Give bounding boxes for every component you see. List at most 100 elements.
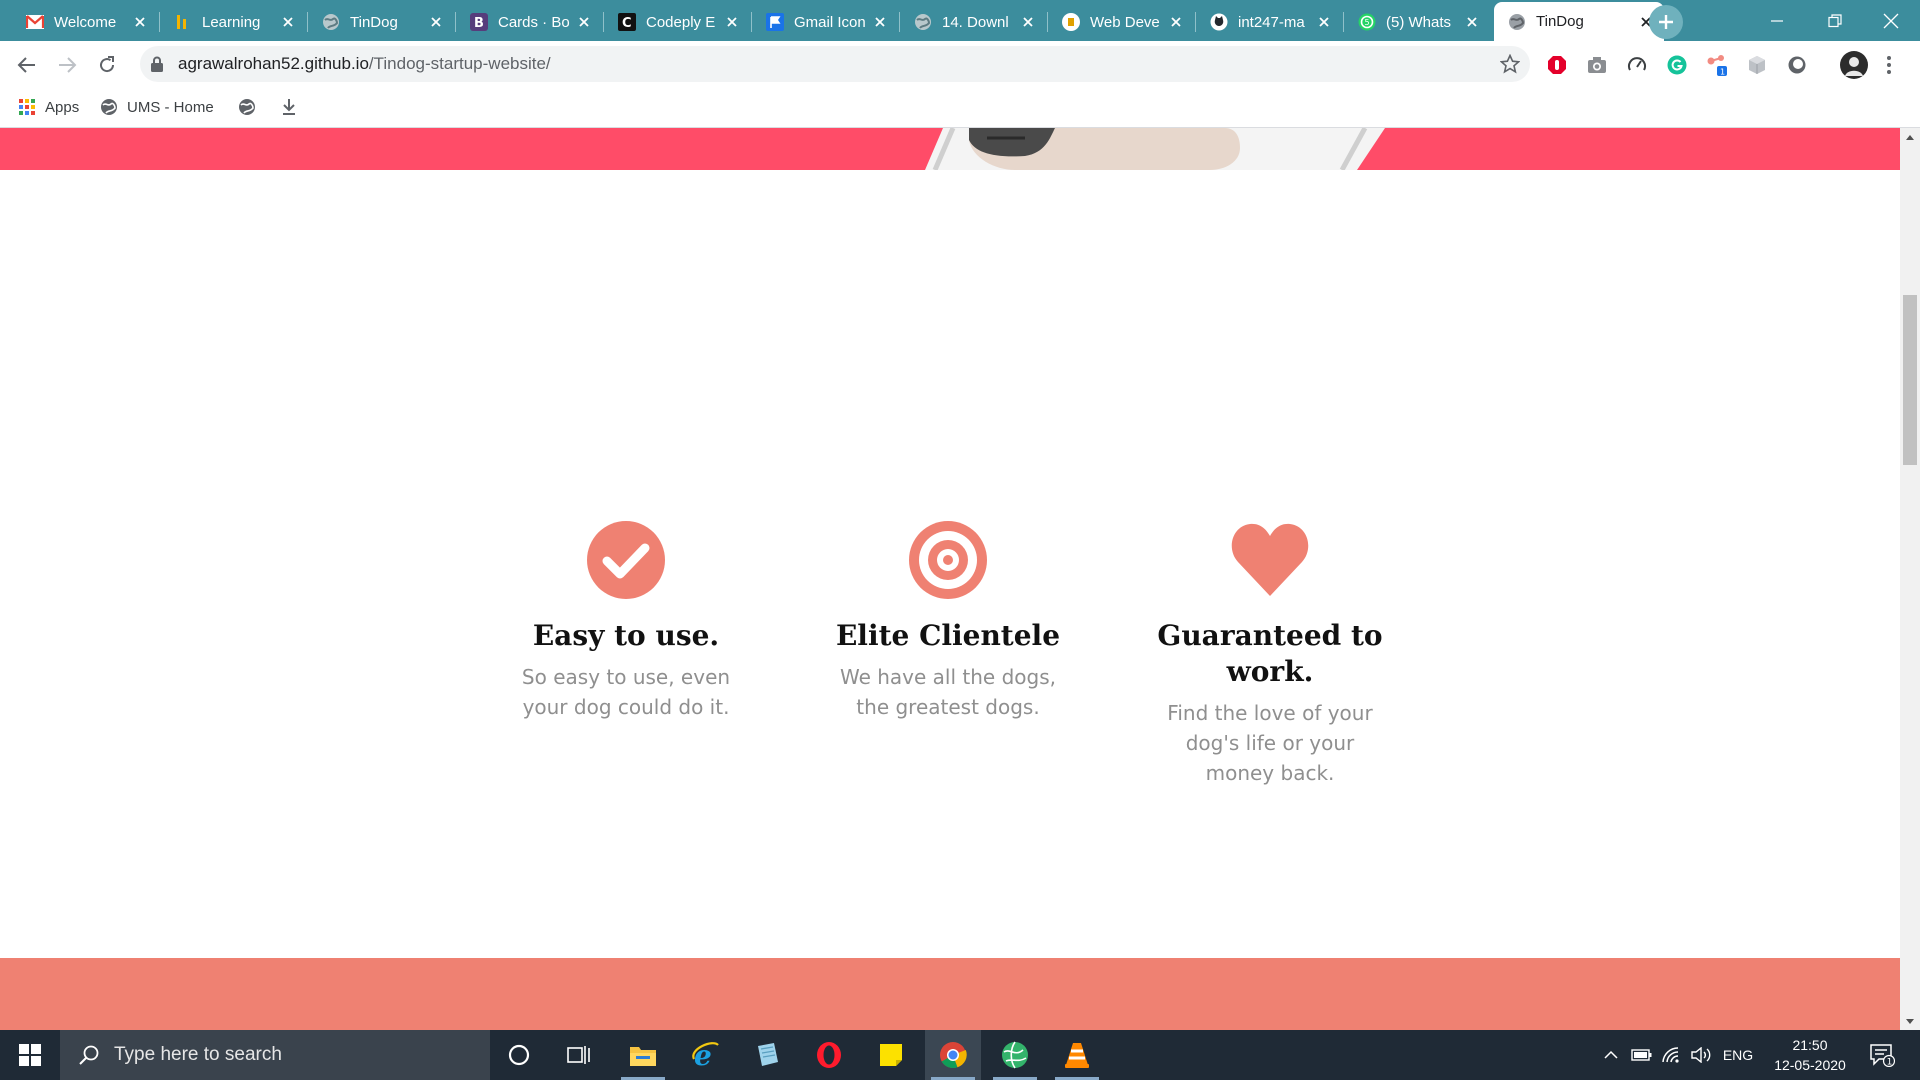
close-icon[interactable] [724, 14, 740, 30]
globe-icon [100, 98, 118, 116]
close-icon[interactable] [132, 14, 148, 30]
tab-title: int247-ma [1238, 13, 1305, 31]
task-view-button[interactable] [551, 1030, 607, 1080]
menu-kebab-icon[interactable] [1878, 54, 1900, 76]
tab-learning[interactable]: Learning [160, 3, 306, 41]
clock[interactable]: 21:50 12-05-2020 [1760, 1035, 1860, 1075]
bookmark-label: Apps [45, 98, 80, 116]
tab-github[interactable]: int247-ma [1196, 3, 1342, 41]
close-icon[interactable] [1464, 14, 1480, 30]
features-section: Easy to use. So easy to use, even your d… [0, 170, 1900, 958]
feature-description: Find the love of your dog's life or your… [1167, 701, 1373, 785]
caret-down-icon [1906, 1018, 1914, 1024]
svg-text:B: B [474, 16, 484, 31]
taskbar-notes-app[interactable] [739, 1030, 795, 1080]
cube-extension-icon[interactable] [1746, 54, 1768, 76]
notification-count: 1 [1887, 1058, 1893, 1068]
codeply-icon: C [618, 13, 636, 31]
close-icon[interactable] [428, 14, 444, 30]
scroll-thumb[interactable] [1903, 295, 1917, 465]
taskbar-vlc[interactable] [1049, 1030, 1105, 1080]
wifi-status[interactable] [1658, 1030, 1686, 1080]
tab-codeply[interactable]: C Codeply E [604, 3, 750, 41]
apps-grid-icon [18, 98, 36, 116]
feature-guaranteed-to-work: Guaranteed to work. Find the love of you… [1120, 518, 1420, 788]
close-icon[interactable] [1168, 14, 1184, 30]
taskbar-internet-explorer[interactable]: e [677, 1030, 733, 1080]
tab-bootstrap-cards[interactable]: B Cards · Bo [456, 3, 602, 41]
github-icon [1210, 13, 1228, 31]
url-text[interactable]: agrawalrohan52.github.io/Tindog-startup-… [178, 54, 551, 74]
action-center-button[interactable]: 1 [1862, 1030, 1902, 1080]
close-window-button[interactable] [1862, 0, 1920, 41]
feature-description: We have all the dogs, the greatest dogs. [839, 665, 1056, 719]
restore-button[interactable] [1806, 0, 1864, 41]
close-icon[interactable] [1316, 14, 1332, 30]
caret-up-icon [1906, 134, 1914, 140]
arrow-left-icon [17, 57, 35, 73]
bookmark-ums-home[interactable]: UMS - Home [100, 96, 214, 118]
tab-web-dev[interactable]: Web Deve [1048, 3, 1194, 41]
opera-icon [817, 1042, 841, 1068]
speedometer-extension-icon[interactable] [1626, 54, 1648, 76]
globe-icon [238, 98, 256, 116]
profile-avatar[interactable] [1840, 51, 1868, 79]
tab-whatsapp[interactable]: 5 (5) Whats [1344, 3, 1490, 41]
taskbar-webapp[interactable] [987, 1030, 1043, 1080]
svg-text:5: 5 [1365, 18, 1370, 27]
tab-gmail-icon[interactable]: Gmail Icon [752, 3, 898, 41]
minimize-button[interactable] [1748, 0, 1806, 41]
tab-title: 14. Downl [942, 13, 1009, 31]
adblock-extension-icon[interactable] [1546, 54, 1568, 76]
feature-title: Elite Clientele [835, 619, 1061, 652]
close-icon[interactable] [1020, 14, 1036, 30]
taskbar-sticky-notes[interactable] [863, 1030, 919, 1080]
web-dev-icon [1062, 13, 1080, 31]
taskbar-chrome[interactable] [925, 1030, 981, 1080]
cortana-icon [508, 1044, 530, 1066]
battery-icon [1631, 1049, 1652, 1061]
back-button[interactable] [14, 52, 40, 78]
feature-easy-to-use: Easy to use. So easy to use, even your d… [476, 518, 776, 722]
bookmark-download[interactable] [280, 96, 307, 118]
scroll-down-arrow[interactable] [1900, 1013, 1920, 1030]
show-hidden-icons[interactable] [1598, 1030, 1624, 1080]
cortana-button[interactable] [491, 1030, 547, 1080]
close-icon[interactable] [872, 14, 888, 30]
close-icon [1883, 13, 1899, 28]
tab-gmail[interactable]: Welcome [12, 3, 158, 41]
bookmark-globe[interactable] [238, 96, 265, 118]
arrow-right-icon [59, 57, 77, 73]
circle-extension-icon[interactable] [1786, 54, 1808, 76]
tab-download[interactable]: 14. Downl [900, 3, 1046, 41]
notification-icon: 1 [1870, 1044, 1895, 1068]
reload-button[interactable] [94, 52, 120, 78]
camera-extension-icon[interactable] [1586, 54, 1608, 76]
close-icon[interactable] [280, 14, 296, 30]
windows-logo-icon [19, 1044, 41, 1066]
speaker-icon [1691, 1047, 1711, 1063]
address-bar[interactable]: agrawalrohan52.github.io/Tindog-startup-… [140, 46, 1530, 82]
forward-button[interactable] [54, 52, 80, 78]
language-indicator[interactable]: ENG [1718, 1030, 1758, 1080]
battery-status[interactable] [1628, 1030, 1656, 1080]
vertical-scrollbar[interactable] [1900, 128, 1920, 1030]
new-tab-button[interactable] [1649, 5, 1683, 39]
taskbar-opera[interactable] [801, 1030, 857, 1080]
taskbar-search-box[interactable]: Type here to search [60, 1030, 490, 1080]
bootstrap-icon: B [470, 13, 488, 31]
feature-description: So easy to use, even your dog could do i… [521, 665, 731, 719]
tab-title: Cards · Bo [498, 13, 570, 31]
bookmark-apps[interactable]: Apps [18, 96, 79, 118]
volume-control[interactable] [1688, 1030, 1716, 1080]
start-button[interactable] [0, 1030, 60, 1080]
bookmark-star-icon[interactable] [1500, 54, 1520, 74]
scroll-up-arrow[interactable] [1900, 128, 1920, 145]
internet-explorer-icon: e [692, 1041, 719, 1069]
taskbar-file-explorer[interactable] [615, 1030, 671, 1080]
close-icon[interactable] [576, 14, 592, 30]
tab-tindog-active[interactable]: TinDog [1494, 2, 1664, 41]
share-extension-icon[interactable]: 1 [1706, 54, 1728, 76]
tab-tindog[interactable]: TinDog [308, 3, 454, 41]
grammarly-extension-icon[interactable] [1666, 54, 1688, 76]
